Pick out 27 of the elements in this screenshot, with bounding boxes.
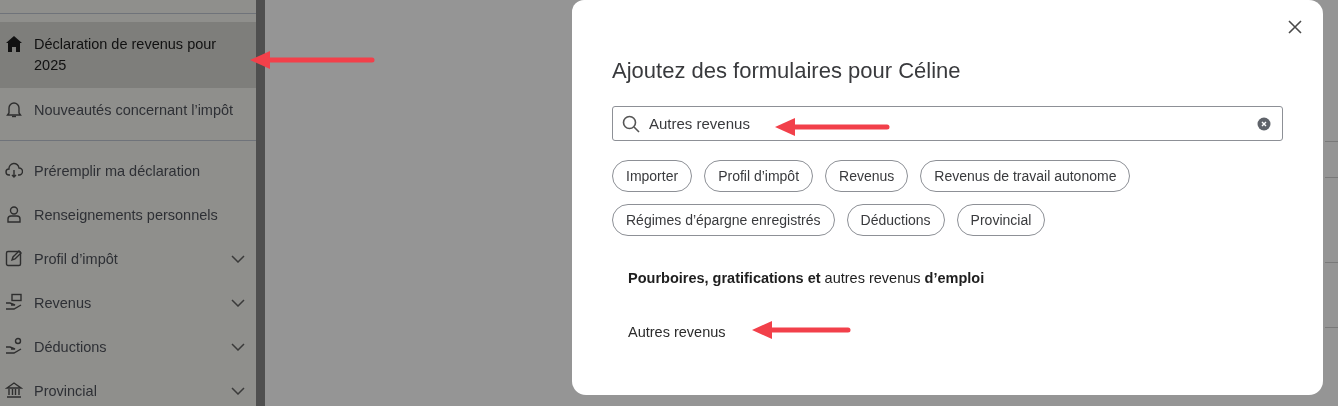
chevron-icon — [231, 387, 245, 395]
hand-money-icon — [5, 293, 23, 311]
edit-icon — [5, 249, 23, 267]
sidebar-item[interactable]: Provincial — [0, 369, 256, 406]
cloud-icon — [5, 161, 23, 179]
building-icon — [5, 381, 23, 399]
chevron-icon — [231, 255, 245, 263]
sidebar-item[interactable]: Revenus — [0, 281, 256, 325]
search-icon — [622, 115, 640, 133]
result-link[interactable]: Autres revenus — [628, 321, 726, 344]
chevron-icon — [231, 299, 245, 307]
sidebar-item[interactable]: Renseignements personnels — [0, 193, 256, 237]
dialog-title: Ajoutez des formulaires pour Céline — [612, 57, 962, 85]
bell-icon — [5, 100, 23, 118]
chevron-icon — [231, 343, 245, 351]
home-icon — [5, 35, 23, 53]
close-icon — [1288, 20, 1302, 34]
hand-coin-icon — [5, 337, 23, 355]
sidebar-item[interactable]: Nouveautés concernant l’impôt — [0, 88, 256, 132]
sidebar-item[interactable]: Déductions — [0, 325, 256, 369]
sidebar-item[interactable]: Profil d’impôt — [0, 237, 256, 281]
clear-icon[interactable] — [1257, 117, 1271, 131]
sidebar-item[interactable]: Déclaration de revenus pour 2025 — [0, 22, 256, 88]
person-icon — [5, 205, 23, 223]
sidebar-item[interactable]: Préremplir ma déclaration — [0, 149, 256, 193]
search-field[interactable]: Autres revenus — [612, 106, 1283, 141]
result-group-title: Pourboires, gratifications et autres revenus d’emploi — [628, 269, 986, 288]
